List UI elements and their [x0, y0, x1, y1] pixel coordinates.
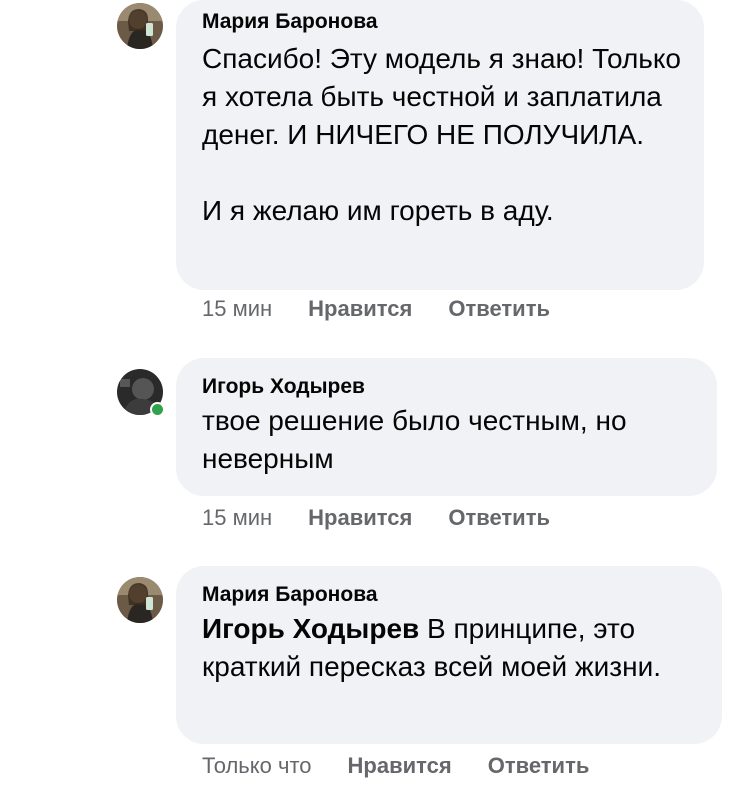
reply-button[interactable]: Ответить: [488, 753, 590, 779]
comment-author[interactable]: Мария Баронова: [202, 584, 700, 606]
comment-timestamp[interactable]: 15 мин: [202, 505, 272, 531]
like-button[interactable]: Нравится: [308, 505, 412, 531]
comment-text: Спасибо! Эту модель я знаю! Только я хот…: [202, 43, 682, 226]
comment-bubble: Мария Баронова Спасибо! Эту модель я зна…: [176, 0, 704, 290]
like-button[interactable]: Нравится: [308, 296, 412, 322]
comment-actions: 15 мин Нравится Ответить: [202, 296, 550, 322]
comment-bubble: Игорь Ходырев твое решение было честным,…: [176, 358, 717, 496]
comment-text: твое решение было честным, но неверным: [202, 405, 635, 474]
comment-timestamp[interactable]: Только что: [202, 753, 312, 779]
avatar[interactable]: [117, 3, 163, 49]
avatar-photo-icon: [117, 577, 163, 623]
comment-text: Игорь Ходырев В принципе, это краткий пе…: [202, 610, 702, 686]
like-button[interactable]: Нравится: [348, 753, 452, 779]
reply-button[interactable]: Ответить: [448, 505, 550, 531]
avatar-photo-icon: [117, 3, 163, 49]
reply-button[interactable]: Ответить: [448, 296, 550, 322]
comment-actions: 15 мин Нравится Ответить: [202, 505, 550, 531]
comment-timestamp[interactable]: 15 мин: [202, 296, 272, 322]
comment-author[interactable]: Мария Баронова: [202, 11, 682, 33]
avatar[interactable]: [117, 577, 163, 623]
comment-author[interactable]: Игорь Ходырев: [202, 376, 695, 398]
mention-link[interactable]: Игорь Ходырев: [202, 613, 419, 644]
comment-actions: Только что Нравится Ответить: [202, 753, 589, 779]
online-status-indicator: [150, 402, 165, 417]
comment-bubble: Мария Баронова Игорь Ходырев В принципе,…: [176, 566, 722, 744]
